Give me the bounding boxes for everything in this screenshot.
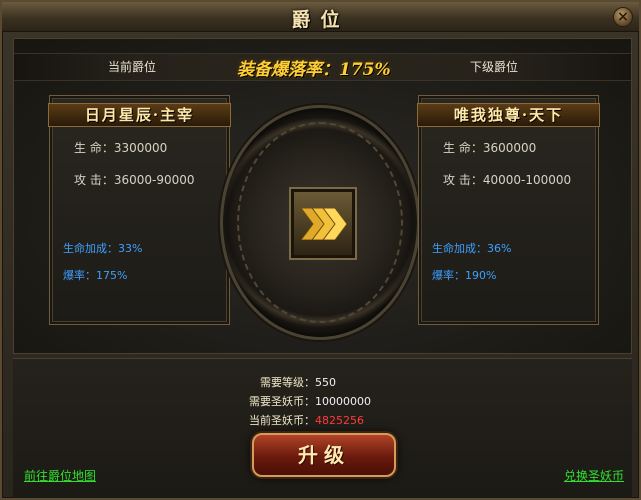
arrow-right-chevrons-icon xyxy=(301,208,347,240)
next-atk-label: 攻 击： xyxy=(443,173,483,187)
next-rank-name: 唯我独尊·天下 xyxy=(417,103,600,127)
current-atk-value: 36000-90000 xyxy=(113,173,195,187)
next-hp-label: 生 命： xyxy=(443,141,483,155)
goto-rank-map-link[interactable]: 前往爵位地图 xyxy=(24,467,96,484)
current-hp-bonus-label: 生命加成： xyxy=(63,242,118,255)
current-hp-label: 生 命： xyxy=(74,141,114,155)
next-burst-value: 190% xyxy=(465,269,497,282)
upgrade-button[interactable]: 升级 xyxy=(252,433,396,477)
rank-comparison-panel: 当前爵位 装备爆落率：175% 下级爵位 日月星辰·主宰 生 命：3300000… xyxy=(13,38,632,354)
required-level-value: 550 xyxy=(315,376,336,389)
required-coin: 需要圣妖币：10000000 xyxy=(249,393,371,409)
current-rank-name: 日月星辰·主宰 xyxy=(48,103,231,127)
rank-emblem xyxy=(220,105,420,340)
drop-rate-text: 装备爆落率：175% xyxy=(237,60,391,80)
exchange-coin-link[interactable]: 兑换圣妖币 xyxy=(564,467,624,484)
next-atk-value: 40000-100000 xyxy=(482,173,572,187)
upgrade-arrow-frame xyxy=(291,189,355,258)
current-burst-value: 175% xyxy=(96,269,128,282)
current-hp-bonus: 生命加成：33% xyxy=(63,240,142,256)
current-rank-card: 日月星辰·主宰 生 命：3300000 攻 击：36000-90000 生命加成… xyxy=(48,95,231,325)
required-level-label: 需要等级： xyxy=(260,376,315,389)
required-coin-value: 10000000 xyxy=(315,395,371,408)
current-burst-label: 爆率： xyxy=(63,269,96,282)
next-burst: 爆率：190% xyxy=(432,267,496,283)
next-burst-label: 爆率： xyxy=(432,269,465,282)
current-rank-label: 当前爵位 xyxy=(108,60,157,74)
window-title: 爵位 xyxy=(291,9,350,31)
next-rank-card: 唯我独尊·天下 生 命：3600000 攻 击：40000-100000 生命加… xyxy=(417,95,600,325)
close-icon[interactable]: × xyxy=(613,7,633,27)
title-bar: 爵位 × xyxy=(2,2,639,32)
required-coin-label: 需要圣妖币： xyxy=(249,395,315,408)
current-atk-label: 攻 击： xyxy=(74,173,114,187)
current-burst: 爆率：175% xyxy=(63,267,127,283)
current-coin-value: 4825256 xyxy=(315,414,364,427)
current-coin: 当前圣妖币：4825256 xyxy=(249,412,364,428)
current-hp-bonus-value: 33% xyxy=(118,242,143,255)
next-hp-value: 3600000 xyxy=(482,141,537,155)
current-hp: 生 命：3300000 xyxy=(74,139,167,156)
next-rank-label: 下级爵位 xyxy=(470,60,519,74)
required-level: 需要等级：550 xyxy=(260,374,336,390)
next-hp-bonus: 生命加成：36% xyxy=(432,240,511,256)
current-attack: 攻 击：36000-90000 xyxy=(74,171,195,188)
next-hp-bonus-value: 36% xyxy=(487,242,512,255)
next-attack: 攻 击：40000-100000 xyxy=(443,171,571,188)
current-coin-label: 当前圣妖币： xyxy=(249,414,315,427)
next-hp: 生 命：3600000 xyxy=(443,139,536,156)
next-hp-bonus-label: 生命加成： xyxy=(432,242,487,255)
current-hp-value: 3300000 xyxy=(113,141,168,155)
rank-window: 爵位 × 当前爵位 装备爆落率：175% 下级爵位 日月星辰·主宰 生 命：33… xyxy=(0,0,641,500)
